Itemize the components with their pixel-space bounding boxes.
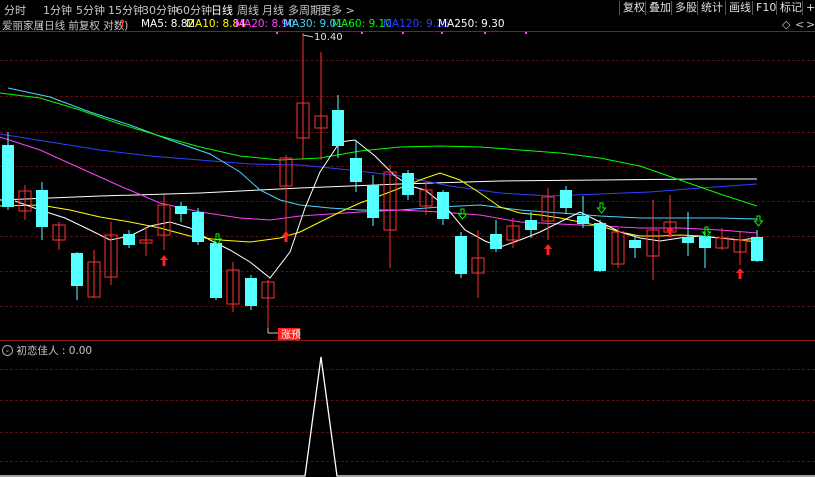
candle — [192, 212, 204, 242]
signal-badge-text: 涨预 — [281, 329, 301, 341]
candle — [594, 223, 606, 271]
sell-arrow-icon — [701, 226, 712, 238]
candle — [682, 237, 694, 243]
candle — [490, 234, 502, 249]
indicator-settings-icon[interactable]: ⌄ — [2, 345, 13, 356]
candle — [210, 243, 222, 298]
indicator-title: 初恋佳人 : 0.00 — [16, 345, 93, 357]
sell-arrow-icon — [596, 202, 607, 214]
buy-arrow-icon — [736, 268, 744, 279]
indicator-line — [0, 356, 815, 477]
high-pointer — [302, 34, 314, 38]
candle — [437, 192, 449, 219]
candle — [699, 236, 711, 248]
candle — [455, 236, 467, 274]
candle — [402, 173, 414, 195]
candle — [2, 145, 14, 207]
candle — [560, 190, 572, 208]
candle — [525, 220, 537, 230]
sell-arrow-icon — [753, 215, 764, 227]
buy-arrow-icon — [544, 244, 552, 255]
candle — [332, 110, 344, 146]
candle — [577, 216, 589, 224]
candle — [36, 190, 48, 227]
candle — [245, 278, 257, 306]
ma5-line — [14, 139, 758, 279]
candle — [175, 206, 187, 214]
kline-chart[interactable]: 10.40 涨预 — [0, 0, 815, 477]
candle — [367, 185, 379, 218]
candlesticks — [2, 33, 763, 328]
ma60-line — [7, 87, 758, 220]
buy-arrow-icon — [160, 255, 168, 266]
buy-signal-arrows — [160, 226, 744, 279]
candle — [629, 240, 641, 248]
candle — [350, 158, 362, 182]
candle — [751, 237, 763, 261]
indicator-header: ⌄ 初恋佳人 : 0.00 — [2, 343, 92, 358]
candle — [71, 253, 83, 286]
buy-arrow-icon — [282, 231, 290, 242]
candle — [123, 234, 135, 245]
high-price-label: 10.40 — [314, 32, 343, 43]
